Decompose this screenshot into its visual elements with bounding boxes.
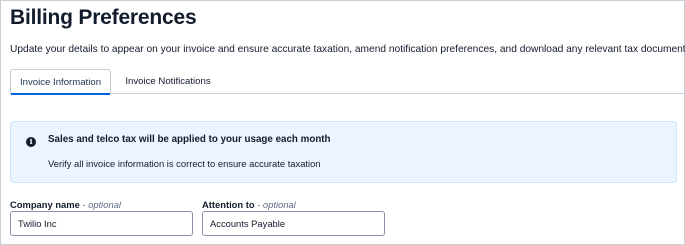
page-title: Billing Preferences	[10, 6, 197, 29]
attention-to-input[interactable]	[202, 211, 385, 236]
tab-bar: Invoice Information Invoice Notification…	[10, 69, 684, 95]
tab-invoice-notifications[interactable]: Invoice Notifications	[124, 69, 212, 94]
company-name-label-text: Company name	[10, 199, 80, 210]
page-description: Update your details to appear on your in…	[10, 44, 685, 55]
billing-preferences-panel: Billing Preferences Update your details …	[0, 0, 685, 245]
info-icon: i	[26, 137, 36, 147]
company-name-input[interactable]	[10, 211, 193, 236]
tax-info-callout: i Sales and telco tax will be applied to…	[10, 121, 677, 183]
attention-to-label: Attention to - optional	[202, 199, 296, 210]
tab-invoice-information[interactable]: Invoice Information	[10, 69, 111, 95]
callout-body: Verify all invoice information is correc…	[48, 158, 321, 169]
attention-to-label-text: Attention to	[202, 199, 255, 210]
attention-to-optional-hint: - optional	[257, 199, 296, 210]
callout-heading: Sales and telco tax will be applied to y…	[48, 134, 331, 145]
company-name-label: Company name - optional	[10, 199, 121, 210]
company-name-optional-hint: - optional	[82, 199, 121, 210]
